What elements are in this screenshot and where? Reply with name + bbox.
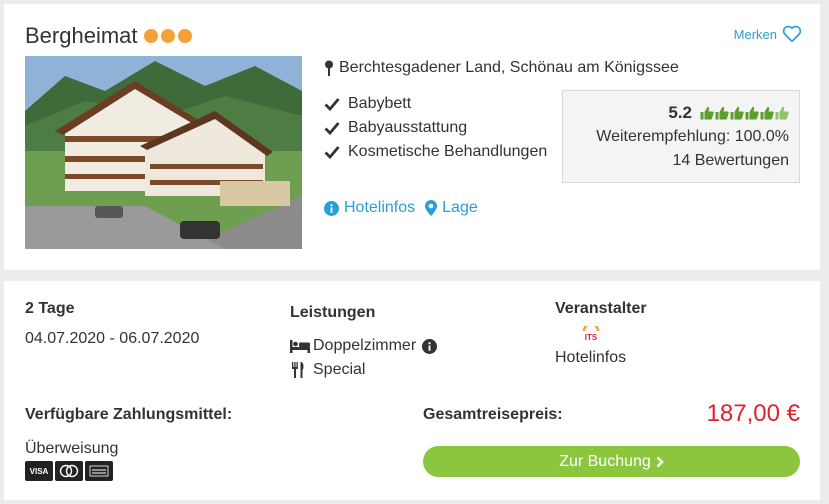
recommendation-rate: Weiterempfehlung: 100.0% [596, 128, 789, 145]
operator-info-link[interactable]: Hotelinfos [555, 349, 626, 367]
check-icon [324, 122, 340, 135]
hotel-name[interactable]: Bergheimat [25, 23, 138, 49]
visa-label: VISA [29, 466, 49, 476]
feature-item: Kosmetische Behandlungen [324, 140, 547, 164]
location-line: Berchtesgadener Land, Schönau am Königss… [324, 59, 679, 77]
hotel-card: Bergheimat Merken Berchtesgadener Land, … [4, 4, 820, 270]
feature-item: Babyausstattung [324, 116, 547, 140]
thumb-up-icon [775, 106, 789, 120]
book-now-label: Zur Buchung [559, 452, 651, 470]
hotel-photo[interactable] [25, 56, 302, 249]
cutlery-icon [292, 362, 304, 378]
heart-icon [782, 25, 802, 43]
thumb-up-icon [745, 106, 759, 120]
chevron-right-icon [656, 456, 664, 467]
feature-label: Babyausstattung [348, 119, 468, 136]
hotel-links: Hotelinfos Lage [324, 199, 488, 217]
feature-list: Babybett Babyausstattung Kosmetische Beh… [324, 92, 547, 164]
hotel-title[interactable]: Bergheimat [25, 23, 192, 49]
hotel-info-label: Hotelinfos [344, 199, 416, 216]
star-dot-icon [160, 29, 175, 43]
room-label: Doppelzimmer [313, 337, 417, 354]
check-icon [324, 98, 340, 111]
operator-heading: Veranstalter [555, 300, 647, 317]
payment-method: Überweisung [25, 440, 119, 457]
star-rating [143, 29, 192, 43]
total-price: 187,00 € [706, 400, 800, 427]
its-logo: ITS [582, 322, 600, 347]
thumb-up-icon [700, 106, 714, 120]
review-count[interactable]: 14 Bewertungen [563, 152, 789, 170]
location-text: Berchtesgadener Land, Schönau am Königss… [339, 59, 679, 76]
pin-icon [325, 60, 333, 76]
star-dot-icon [177, 29, 192, 43]
thumb-up-icon [715, 106, 729, 120]
feature-label: Kosmetische Behandlungen [348, 143, 548, 160]
total-label: Gesamtreisepreis: [423, 406, 563, 423]
payment-cards: VISA [25, 461, 113, 481]
feature-item: Babybett [324, 92, 547, 116]
board-label: Special [313, 361, 366, 378]
book-now-button[interactable]: Zur Buchung [423, 446, 800, 477]
its-logo-text: ITS [585, 333, 598, 342]
rating-score: 5.2 [668, 103, 692, 122]
thumb-up-icon [730, 106, 744, 120]
amex-icon [85, 461, 113, 481]
services-heading: Leistungen [290, 304, 376, 321]
visa-icon: VISA [25, 461, 53, 481]
thumb-up-icon [760, 106, 774, 120]
payment-heading: Verfügbare Zahlungsmittel: [25, 406, 233, 423]
travel-dates: 04.07.2020 - 06.07.2020 [25, 330, 200, 347]
booking-card: 2 Tage 04.07.2020 - 06.07.2020 Leistunge… [4, 281, 820, 500]
location-link-label: Lage [442, 199, 478, 216]
map-marker-icon [425, 200, 438, 216]
board-type: Special [290, 361, 365, 379]
bookmark-button[interactable]: Merken [734, 25, 802, 43]
bookmark-label: Merken [733, 26, 777, 42]
feature-label: Babybett [348, 95, 412, 112]
info-icon[interactable] [422, 338, 438, 354]
mastercard-icon [55, 461, 83, 481]
check-icon [324, 146, 340, 159]
location-link[interactable]: Lage [425, 199, 478, 217]
rating-thumbs [700, 106, 789, 120]
rating-box[interactable]: 5.2 Weiterempfehlung: 100.0% 14 Bewertun… [562, 90, 800, 183]
hotel-info-link[interactable]: Hotelinfos [324, 199, 415, 217]
info-icon [324, 200, 339, 216]
bed-icon [290, 340, 310, 353]
room-type: Doppelzimmer [290, 337, 440, 355]
duration: 2 Tage [25, 300, 75, 317]
star-dot-icon [143, 29, 158, 43]
